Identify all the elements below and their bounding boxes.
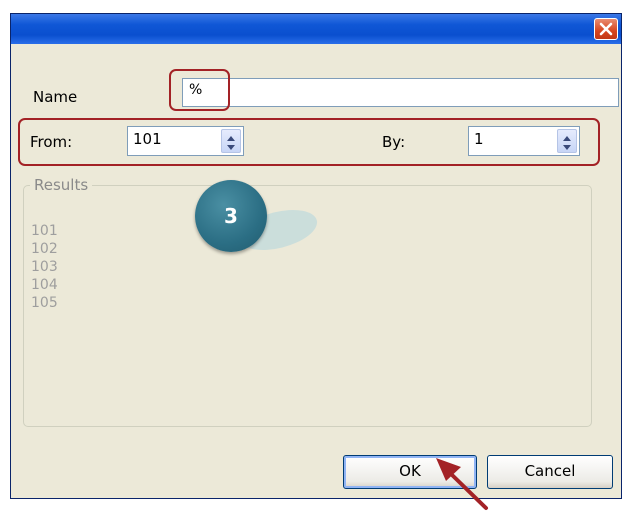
from-by-highlight-box <box>18 118 600 166</box>
results-list: 101 102 103 104 105 <box>31 222 151 312</box>
ok-button[interactable]: OK <box>343 455 477 489</box>
cancel-button[interactable]: Cancel <box>487 455 613 489</box>
result-item: 103 <box>31 259 58 275</box>
result-item: 104 <box>31 277 58 293</box>
name-highlight-box <box>169 69 230 111</box>
step-badge: 3 <box>195 180 267 252</box>
title-bar[interactable] <box>11 14 621 44</box>
result-item: 102 <box>31 241 58 257</box>
result-item: 105 <box>31 295 58 311</box>
name-input[interactable]: % <box>182 78 619 107</box>
close-button[interactable] <box>594 18 618 40</box>
result-item: 101 <box>31 223 58 239</box>
close-x-icon <box>599 22 613 36</box>
results-title: Results <box>30 176 93 194</box>
name-label: Name <box>33 88 78 106</box>
